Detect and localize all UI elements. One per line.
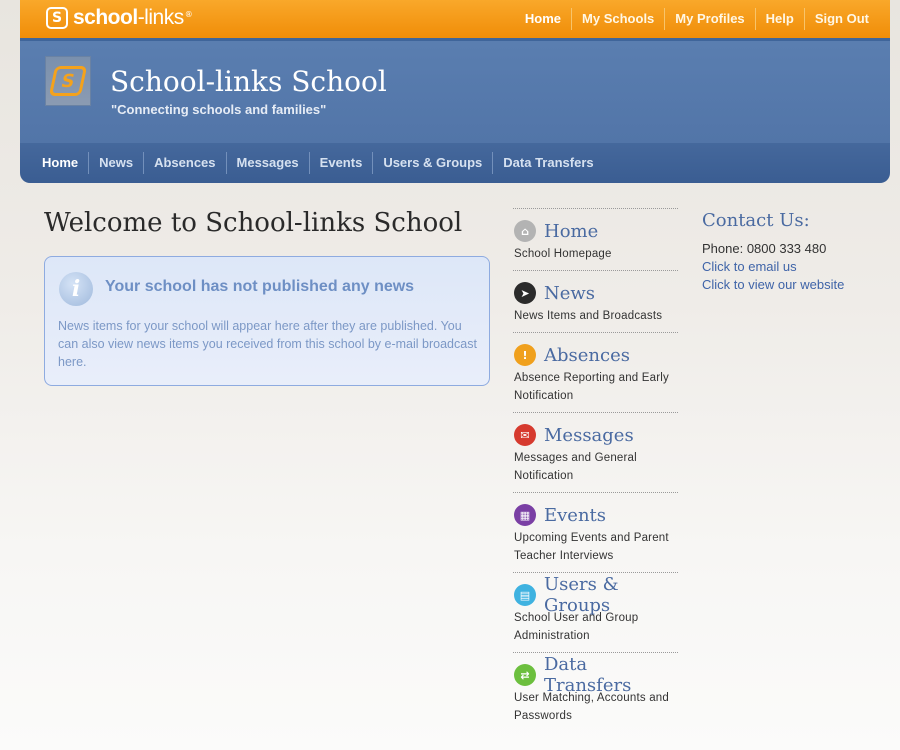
main-nav-home[interactable]: Home <box>32 152 88 174</box>
top-nav-my-profiles[interactable]: My Profiles <box>664 8 754 30</box>
registered-mark: ® <box>184 9 193 19</box>
main-nav-messages[interactable]: Messages <box>225 152 309 174</box>
main-nav-events[interactable]: Events <box>308 152 373 174</box>
top-nav-my-schools[interactable]: My Schools <box>571 8 664 30</box>
side-menu-desc: Messages and General Notification <box>514 452 637 482</box>
news-notice: i Your school has not published any news… <box>44 256 490 386</box>
side-menu-desc: User Matching, Accounts and Passwords <box>514 692 669 722</box>
school-links-logo[interactable]: S school-links ® <box>46 6 193 30</box>
side-menu-label[interactable]: News <box>544 283 595 304</box>
alert-icon: ! <box>514 344 536 366</box>
side-menu-item-news[interactable]: ➤ News News Items and Broadcasts <box>513 270 678 332</box>
side-menu-item-users-groups[interactable]: ▤ Users & Groups School User and Group A… <box>513 572 678 652</box>
side-menu-item-data-transfers[interactable]: ⇄ Data Transfers User Matching, Accounts… <box>513 652 678 732</box>
school-tagline: "Connecting schools and families" <box>111 102 327 117</box>
info-icon: i <box>59 272 93 306</box>
main-nav-users-groups[interactable]: Users & Groups <box>372 152 492 174</box>
side-menu-label[interactable]: Messages <box>544 425 634 446</box>
school-header: S School-links School "Connecting school… <box>20 38 890 143</box>
logo-text: school-links <box>73 6 184 29</box>
home-icon: ⌂ <box>514 220 536 242</box>
school-logo: S <box>45 56 91 106</box>
top-nav: Home My Schools My Profiles Help Sign Ou… <box>515 0 890 38</box>
transfer-icon: ⇄ <box>514 664 536 686</box>
side-menu-desc: News Items and Broadcasts <box>514 310 663 322</box>
side-menu: ⌂ Home School Homepage ➤ News News Items… <box>513 208 678 732</box>
top-bar: S school-links ® Home My Schools My Prof… <box>20 0 890 38</box>
side-menu-label[interactable]: Absences <box>544 345 630 366</box>
email-link[interactable]: Click to email us <box>702 258 892 276</box>
contact-panel: Contact Us: Phone: 0800 333 480 Click to… <box>702 210 892 294</box>
users-icon: ▤ <box>514 584 536 606</box>
notice-title: Your school has not published any news <box>105 278 415 295</box>
notice-body: News items for your school will appear h… <box>58 319 477 369</box>
side-menu-item-home[interactable]: ⌂ Home School Homepage <box>513 208 678 270</box>
mail-icon: ✉ <box>514 424 536 446</box>
school-title: School-links School <box>110 65 387 98</box>
side-menu-item-messages[interactable]: ✉ Messages Messages and General Notifica… <box>513 412 678 492</box>
side-menu-item-events[interactable]: ▦ Events Upcoming Events and Parent Teac… <box>513 492 678 572</box>
main-nav: Home News Absences Messages Events Users… <box>20 143 890 183</box>
contact-phone: Phone: 0800 333 480 <box>702 241 827 256</box>
top-nav-home[interactable]: Home <box>515 8 571 30</box>
side-menu-desc: School Homepage <box>514 248 612 260</box>
side-menu-label[interactable]: Events <box>544 505 606 526</box>
side-menu-item-absences[interactable]: ! Absences Absence Reporting and Early N… <box>513 332 678 412</box>
main-nav-absences[interactable]: Absences <box>143 152 225 174</box>
school-links-logo-icon: S <box>46 7 68 29</box>
top-nav-help[interactable]: Help <box>754 8 804 30</box>
calendar-icon: ▦ <box>514 504 536 526</box>
main-nav-news[interactable]: News <box>88 152 143 174</box>
main-nav-data-transfers[interactable]: Data Transfers <box>492 152 603 174</box>
news-icon: ➤ <box>514 282 536 304</box>
top-nav-sign-out[interactable]: Sign Out <box>803 8 890 30</box>
side-menu-desc: Absence Reporting and Early Notification <box>514 372 669 402</box>
website-link[interactable]: Click to view our website <box>702 276 892 294</box>
page-title: Welcome to School-links School <box>44 208 463 238</box>
side-menu-desc: Upcoming Events and Parent Teacher Inter… <box>514 532 669 562</box>
side-menu-label[interactable]: Home <box>544 221 598 242</box>
contact-title: Contact Us: <box>702 210 810 231</box>
school-logo-icon: S <box>48 66 88 96</box>
